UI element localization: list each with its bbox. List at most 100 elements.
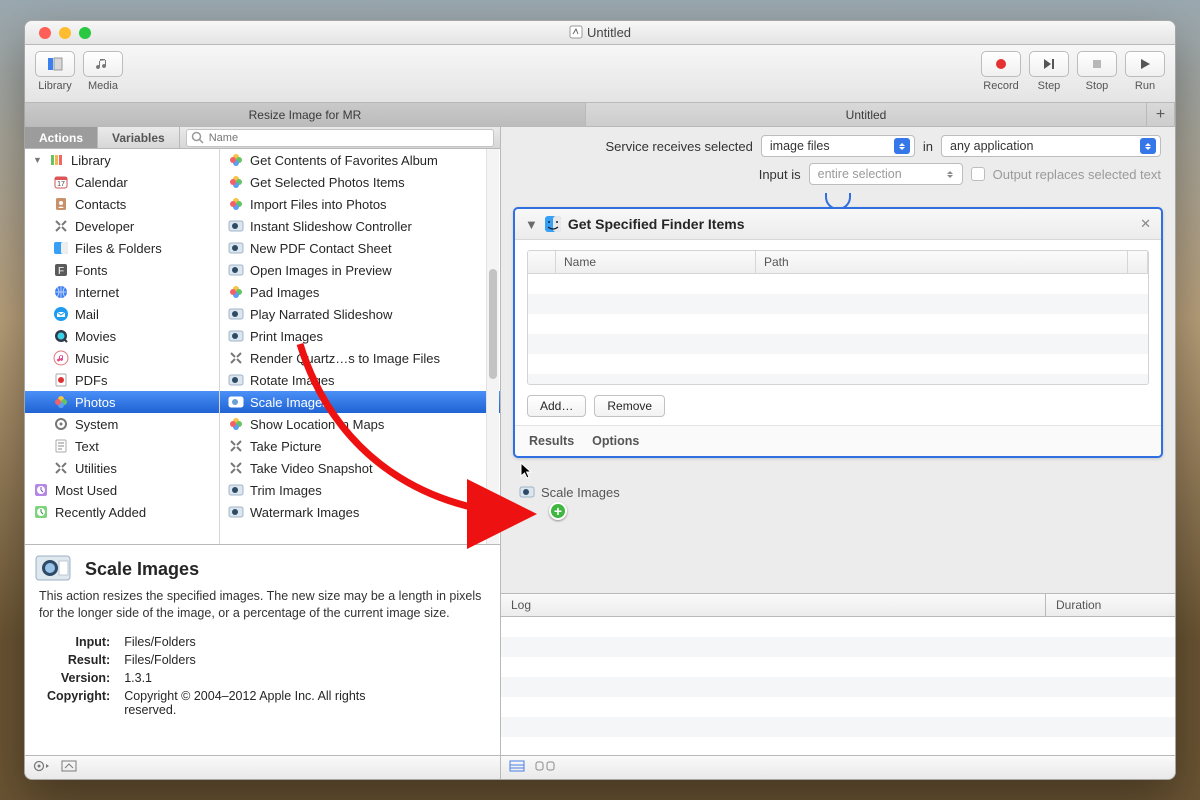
log-col-duration[interactable]: Duration bbox=[1045, 594, 1175, 616]
card-header[interactable]: ▼ Get Specified Finder Items ✕ bbox=[515, 209, 1161, 240]
info-description: This action resizes the specified images… bbox=[39, 588, 486, 622]
category-item-utilities[interactable]: Utilities bbox=[25, 457, 219, 479]
library-label: Library bbox=[38, 80, 72, 92]
card-title: Get Specified Finder Items bbox=[568, 216, 745, 232]
category-most-used[interactable]: Most Used bbox=[25, 479, 219, 501]
step-button[interactable] bbox=[1029, 51, 1069, 77]
tab-untitled[interactable]: Untitled bbox=[586, 103, 1147, 126]
workflow-canvas[interactable]: ▼ Get Specified Finder Items ✕ Name Path bbox=[501, 189, 1175, 593]
remove-item-button[interactable]: Remove bbox=[594, 395, 665, 417]
action-trim-images[interactable]: Trim Images bbox=[220, 479, 500, 501]
service-receives-select[interactable]: image files bbox=[761, 135, 915, 157]
log-header: Log Duration bbox=[501, 593, 1175, 617]
card-options-button[interactable]: Options bbox=[592, 434, 639, 448]
view-list-icon[interactable] bbox=[509, 760, 525, 775]
service-in-label: in bbox=[923, 139, 933, 154]
library-toggle-button[interactable] bbox=[35, 51, 75, 77]
view-flow-icon[interactable] bbox=[535, 760, 555, 775]
action-instant-slideshow-controller[interactable]: Instant Slideshow Controller bbox=[220, 215, 500, 237]
record-button[interactable] bbox=[981, 51, 1021, 77]
category-item-calendar[interactable]: 17Calendar bbox=[25, 171, 219, 193]
run-label: Run bbox=[1135, 80, 1155, 92]
tools-icon bbox=[228, 460, 244, 476]
output-replaces-checkbox[interactable] bbox=[971, 167, 985, 181]
workflow-action-card[interactable]: ▼ Get Specified Finder Items ✕ Name Path bbox=[513, 207, 1163, 458]
preview-icon bbox=[228, 262, 244, 278]
action-watermark-images[interactable]: Watermark Images bbox=[220, 501, 500, 523]
preview-icon bbox=[228, 306, 244, 322]
category-item-photos[interactable]: Photos bbox=[25, 391, 219, 413]
action-take-picture[interactable]: Take Picture bbox=[220, 435, 500, 457]
action-new-pdf-contact-sheet[interactable]: New PDF Contact Sheet bbox=[220, 237, 500, 259]
log-body[interactable] bbox=[501, 617, 1175, 755]
category-item-pdfs[interactable]: PDFs bbox=[25, 369, 219, 391]
col-path[interactable]: Path bbox=[756, 251, 1128, 273]
action-render-quartz-s-to-image-files[interactable]: Render Quartz…s to Image Files bbox=[220, 347, 500, 369]
items-table-body[interactable] bbox=[528, 274, 1148, 384]
category-item-system[interactable]: System bbox=[25, 413, 219, 435]
document-tabs: Resize Image for MR Untitled + bbox=[25, 103, 1175, 127]
category-item-developer[interactable]: Developer bbox=[25, 215, 219, 237]
action-get-selected-photos-items[interactable]: Get Selected Photos Items bbox=[220, 171, 500, 193]
category-list[interactable]: ▼Library17CalendarContactsDeveloperFiles… bbox=[25, 149, 220, 544]
category-library[interactable]: ▼Library bbox=[25, 149, 219, 171]
media-button[interactable] bbox=[83, 51, 123, 77]
footer-gear-icon[interactable] bbox=[33, 759, 51, 776]
clock-green-icon bbox=[33, 504, 49, 520]
card-results-button[interactable]: Results bbox=[529, 434, 574, 448]
add-item-button[interactable]: Add… bbox=[527, 395, 586, 417]
workflow-footer bbox=[501, 755, 1175, 779]
drag-ghost-label: Scale Images bbox=[541, 485, 620, 500]
stop-button[interactable] bbox=[1077, 51, 1117, 77]
category-item-fonts[interactable]: FFonts bbox=[25, 259, 219, 281]
action-show-location-in-maps[interactable]: Show Location in Maps bbox=[220, 413, 500, 435]
category-item-mail[interactable]: Mail bbox=[25, 303, 219, 325]
subtab-variables[interactable]: Variables bbox=[98, 127, 180, 148]
preview-icon bbox=[228, 372, 244, 388]
itunes-icon bbox=[53, 350, 69, 366]
inputis-select[interactable]: entire selection bbox=[809, 163, 963, 185]
category-item-internet[interactable]: Internet bbox=[25, 281, 219, 303]
card-footer: Results Options bbox=[515, 425, 1161, 456]
library-icon bbox=[49, 152, 65, 168]
category-item-files-folders[interactable]: Files & Folders bbox=[25, 237, 219, 259]
action-rotate-images[interactable]: Rotate Images bbox=[220, 369, 500, 391]
scrollbar-thumb[interactable] bbox=[489, 269, 497, 379]
action-list-scrollbar[interactable] bbox=[486, 149, 499, 544]
category-item-contacts[interactable]: Contacts bbox=[25, 193, 219, 215]
col-name[interactable]: Name bbox=[556, 251, 756, 273]
tab-resize-image[interactable]: Resize Image for MR bbox=[25, 103, 586, 126]
action-play-narrated-slideshow[interactable]: Play Narrated Slideshow bbox=[220, 303, 500, 325]
action-open-images-in-preview[interactable]: Open Images in Preview bbox=[220, 259, 500, 281]
action-import-files-into-photos[interactable]: Import Files into Photos bbox=[220, 193, 500, 215]
disclosure-triangle-icon[interactable]: ▼ bbox=[525, 217, 538, 232]
card-close-button[interactable]: ✕ bbox=[1140, 216, 1151, 232]
category-item-movies[interactable]: Movies bbox=[25, 325, 219, 347]
action-take-video-snapshot[interactable]: Take Video Snapshot bbox=[220, 457, 500, 479]
action-get-contents-of-favorites-album[interactable]: Get Contents of Favorites Album bbox=[220, 149, 500, 171]
action-list[interactable]: Get Contents of Favorites AlbumGet Selec… bbox=[220, 149, 500, 544]
action-pad-images[interactable]: Pad Images bbox=[220, 281, 500, 303]
search-input[interactable] bbox=[186, 129, 494, 147]
photos-icon bbox=[228, 284, 244, 300]
photos-icon bbox=[228, 416, 244, 432]
library-subtabs: Actions Variables bbox=[25, 127, 500, 149]
mail-icon bbox=[53, 306, 69, 322]
category-recently-added[interactable]: Recently Added bbox=[25, 501, 219, 523]
svg-text:F: F bbox=[58, 266, 64, 277]
category-item-text[interactable]: Text bbox=[25, 435, 219, 457]
photos-icon bbox=[228, 196, 244, 212]
action-scale-images[interactable]: Scale Images bbox=[220, 391, 500, 413]
service-app-select[interactable]: any application bbox=[941, 135, 1161, 157]
finder-icon bbox=[544, 215, 562, 233]
subtab-actions[interactable]: Actions bbox=[25, 127, 98, 148]
tab-add-button[interactable]: + bbox=[1147, 103, 1175, 126]
run-button[interactable] bbox=[1125, 51, 1165, 77]
footer-collapse-icon[interactable] bbox=[61, 760, 77, 775]
stop-label: Stop bbox=[1086, 80, 1109, 92]
log-col-log[interactable]: Log bbox=[501, 594, 1045, 616]
drag-ghost-action: Scale Images + bbox=[519, 484, 1163, 500]
preview-app-icon bbox=[35, 551, 71, 587]
category-item-music[interactable]: Music bbox=[25, 347, 219, 369]
action-print-images[interactable]: Print Images bbox=[220, 325, 500, 347]
